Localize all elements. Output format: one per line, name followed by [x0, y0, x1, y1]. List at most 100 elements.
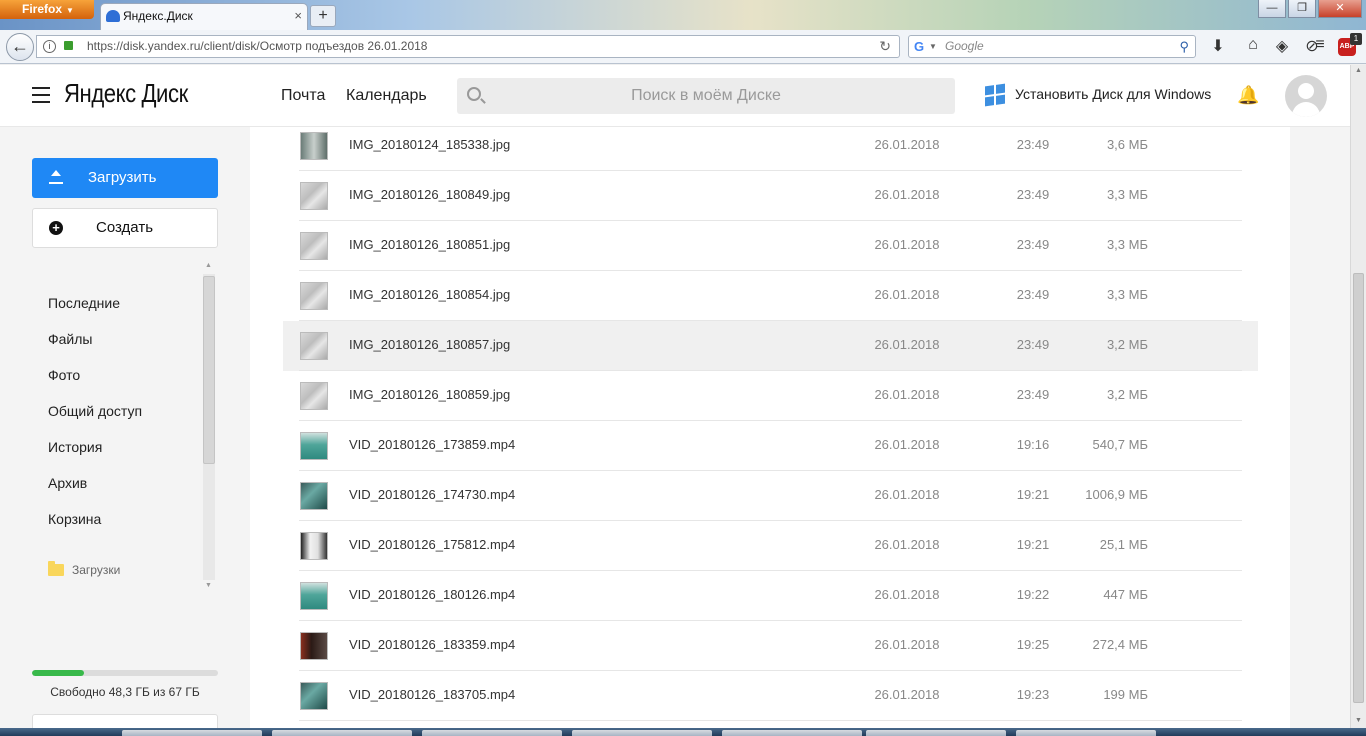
file-name[interactable]: VID_20180126_180126.mp4 [349, 587, 515, 602]
firefox-menu-button[interactable]: Firefox ▼ [0, 0, 94, 19]
file-thumbnail[interactable] [300, 632, 328, 660]
file-name[interactable]: IMG_20180126_180857.jpg [349, 337, 510, 352]
scroll-up-icon[interactable]: ▲ [205, 262, 212, 269]
file-name[interactable]: VID_20180126_174730.mp4 [349, 487, 515, 502]
file-thumbnail[interactable] [300, 232, 328, 260]
yandex-disk-logo[interactable]: Яндекс Диск [64, 78, 188, 109]
file-name[interactable]: VID_20180126_183359.mp4 [349, 637, 515, 652]
sidebar-scrollbar[interactable]: ▲ ▼ [202, 262, 216, 592]
sidebar-folder-downloads[interactable]: Загрузки [48, 561, 121, 577]
menu-icon[interactable]: ≡ [1311, 36, 1329, 54]
maximize-icon[interactable]: ❐ [1288, 0, 1316, 18]
lock-icon [64, 41, 73, 50]
new-tab-button[interactable]: + [310, 5, 336, 27]
reload-icon[interactable]: ↻ [879, 36, 891, 57]
upload-button[interactable]: Загрузить [32, 158, 218, 198]
avatar[interactable] [1285, 75, 1327, 117]
file-name[interactable]: VID_20180126_173859.mp4 [349, 437, 515, 452]
sidebar-item-recent[interactable]: Последние [48, 292, 142, 328]
file-thumbnail[interactable] [300, 532, 328, 560]
file-date: 26.01.2018 [874, 687, 940, 702]
file-name[interactable]: VID_20180126_175812.mp4 [349, 537, 515, 552]
file-row[interactable]: IMG_20180126_180859.jpg 26.01.2018 23:49 3,… [283, 371, 1258, 421]
storage-progress-bar [32, 670, 218, 676]
file-row[interactable]: VID_20180126_180126.mp4 26.01.2018 19:22 44… [283, 571, 1258, 621]
sidebar-item-history[interactable]: История [48, 436, 142, 472]
buy-space-button[interactable]: Купить место [32, 714, 218, 728]
pocket-icon[interactable]: ◈ [1272, 36, 1292, 56]
file-thumbnail[interactable] [300, 482, 328, 510]
file-row[interactable]: IMG_20180126_180849.jpg 26.01.2018 23:49 3,… [283, 171, 1258, 221]
taskbar-item[interactable] [1016, 730, 1156, 736]
create-button[interactable]: + Создать [32, 208, 218, 248]
close-window-icon[interactable]: ✕ [1318, 0, 1362, 18]
hamburger-menu-icon[interactable] [32, 87, 50, 103]
file-name[interactable]: IMG_20180126_180854.jpg [349, 287, 510, 302]
taskbar-item[interactable] [422, 730, 562, 736]
browser-search-input[interactable]: G ▼ Google ⚲ [908, 35, 1196, 58]
mail-link[interactable]: Почта [281, 87, 325, 105]
file-name[interactable]: IMG_20180126_180849.jpg [349, 187, 510, 202]
calendar-link[interactable]: Календарь [346, 87, 427, 105]
file-name[interactable]: IMG_20180126_180851.jpg [349, 237, 510, 252]
file-time: 23:49 [1016, 187, 1050, 202]
file-thumbnail[interactable] [300, 132, 328, 160]
file-name[interactable]: IMG_20180124_185338.jpg [349, 137, 510, 152]
file-row[interactable]: VID_20180126_175812.mp4 26.01.2018 19:21 25… [283, 521, 1258, 571]
install-disk-link[interactable]: Установить Диск для Windows [985, 83, 1211, 107]
taskbar-item[interactable] [272, 730, 412, 736]
file-thumbnail[interactable] [300, 382, 328, 410]
back-arrow-icon[interactable]: ← [6, 33, 34, 61]
minimize-icon[interactable]: — [1258, 0, 1286, 18]
file-row[interactable]: VID_20180126_174730.mp4 26.01.2018 19:21 10… [283, 471, 1258, 521]
sidebar-item-photo[interactable]: Фото [48, 364, 142, 400]
file-row[interactable]: VID_20180126_183359.mp4 26.01.2018 19:25 27… [283, 621, 1258, 671]
file-name[interactable]: IMG_20180126_180859.jpg [349, 387, 510, 402]
file-thumbnail[interactable] [300, 582, 328, 610]
close-tab-icon[interactable]: × [294, 4, 302, 28]
url-bar[interactable]: i https://disk.yandex.ru/client/disk/Осм… [36, 35, 900, 58]
scroll-down-icon[interactable]: ▼ [205, 582, 212, 589]
file-row[interactable]: IMG_20180124_185338.jpg 26.01.2018 23:49 3,… [283, 127, 1258, 171]
scroll-thumb[interactable] [1353, 273, 1364, 703]
sidebar-item-files[interactable]: Файлы [48, 328, 142, 364]
download-icon[interactable]: ⬇ [1208, 36, 1228, 56]
file-size: 3,2 МБ [1106, 387, 1148, 402]
file-row[interactable]: VID_20180126_173859.mp4 26.01.2018 19:16 54… [283, 421, 1258, 471]
file-size: 3,6 МБ [1106, 137, 1148, 152]
browser-tab[interactable]: Яндекс.Диск × [100, 3, 308, 30]
file-thumbnail[interactable] [300, 182, 328, 210]
sidebar-item-shared[interactable]: Общий доступ [48, 400, 142, 436]
taskbar-item[interactable] [122, 730, 262, 736]
page-scrollbar[interactable]: ▲ ▼ [1350, 65, 1366, 728]
disk-search-input[interactable]: Поиск в моём Диске [457, 78, 955, 114]
folder-label: Загрузки [72, 563, 121, 577]
search-icon[interactable]: ⚲ [1179, 36, 1189, 57]
google-icon[interactable]: G [914, 36, 924, 57]
file-thumbnail[interactable] [300, 682, 328, 710]
home-icon[interactable]: ⌂ [1243, 36, 1263, 54]
scroll-thumb[interactable] [203, 276, 215, 464]
file-row[interactable]: IMG_20180126_180854.jpg 26.01.2018 23:49 3,… [283, 271, 1258, 321]
url-text: https://disk.yandex.ru/client/disk/Осмот… [87, 39, 428, 53]
file-row[interactable]: VID_20180126_183705.mp4 26.01.2018 19:23 19… [283, 671, 1258, 721]
sidebar-item-archive[interactable]: Архив [48, 472, 142, 508]
file-row[interactable]: IMG_20180126_180857.jpg 26.01.2018 23:49 3,… [283, 321, 1258, 371]
file-thumbnail[interactable] [300, 432, 328, 460]
info-icon[interactable]: i [43, 40, 56, 53]
file-thumbnail[interactable] [300, 332, 328, 360]
file-name[interactable]: VID_20180126_183705.mp4 [349, 687, 515, 702]
taskbar-item[interactable] [722, 730, 862, 736]
file-thumbnail[interactable] [300, 282, 328, 310]
window-controls: — ❐ ✕ [1258, 0, 1362, 18]
sidebar-item-trash[interactable]: Корзина [48, 508, 142, 544]
taskbar-item[interactable] [572, 730, 712, 736]
chevron-down-icon[interactable]: ▼ [929, 36, 937, 57]
search-icon [467, 87, 481, 101]
file-row[interactable]: IMG_20180126_180851.jpg 26.01.2018 23:49 3,… [283, 221, 1258, 271]
scroll-down-icon[interactable]: ▼ [1355, 717, 1362, 724]
file-date: 26.01.2018 [874, 187, 940, 202]
notifications-bell-icon[interactable]: 🔔 [1237, 85, 1259, 106]
scroll-up-icon[interactable]: ▲ [1355, 67, 1362, 74]
taskbar-item[interactable] [866, 730, 1006, 736]
